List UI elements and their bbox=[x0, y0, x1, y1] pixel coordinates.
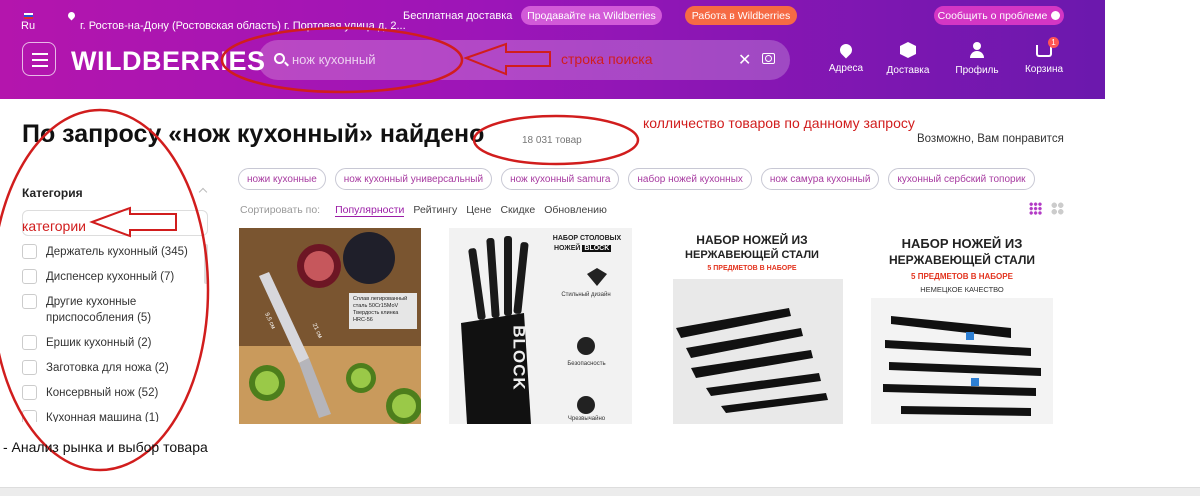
annotation-search-label: строка поиска bbox=[561, 51, 653, 67]
annotation-overlay bbox=[0, 26, 640, 472]
annotation-count-label: колличество товаров по данному запросу bbox=[643, 115, 915, 131]
bottom-bar bbox=[0, 487, 1200, 496]
caption-text: - Анализ рынка и выбор товара bbox=[3, 439, 208, 455]
annotation-category-label: категории bbox=[22, 218, 86, 234]
